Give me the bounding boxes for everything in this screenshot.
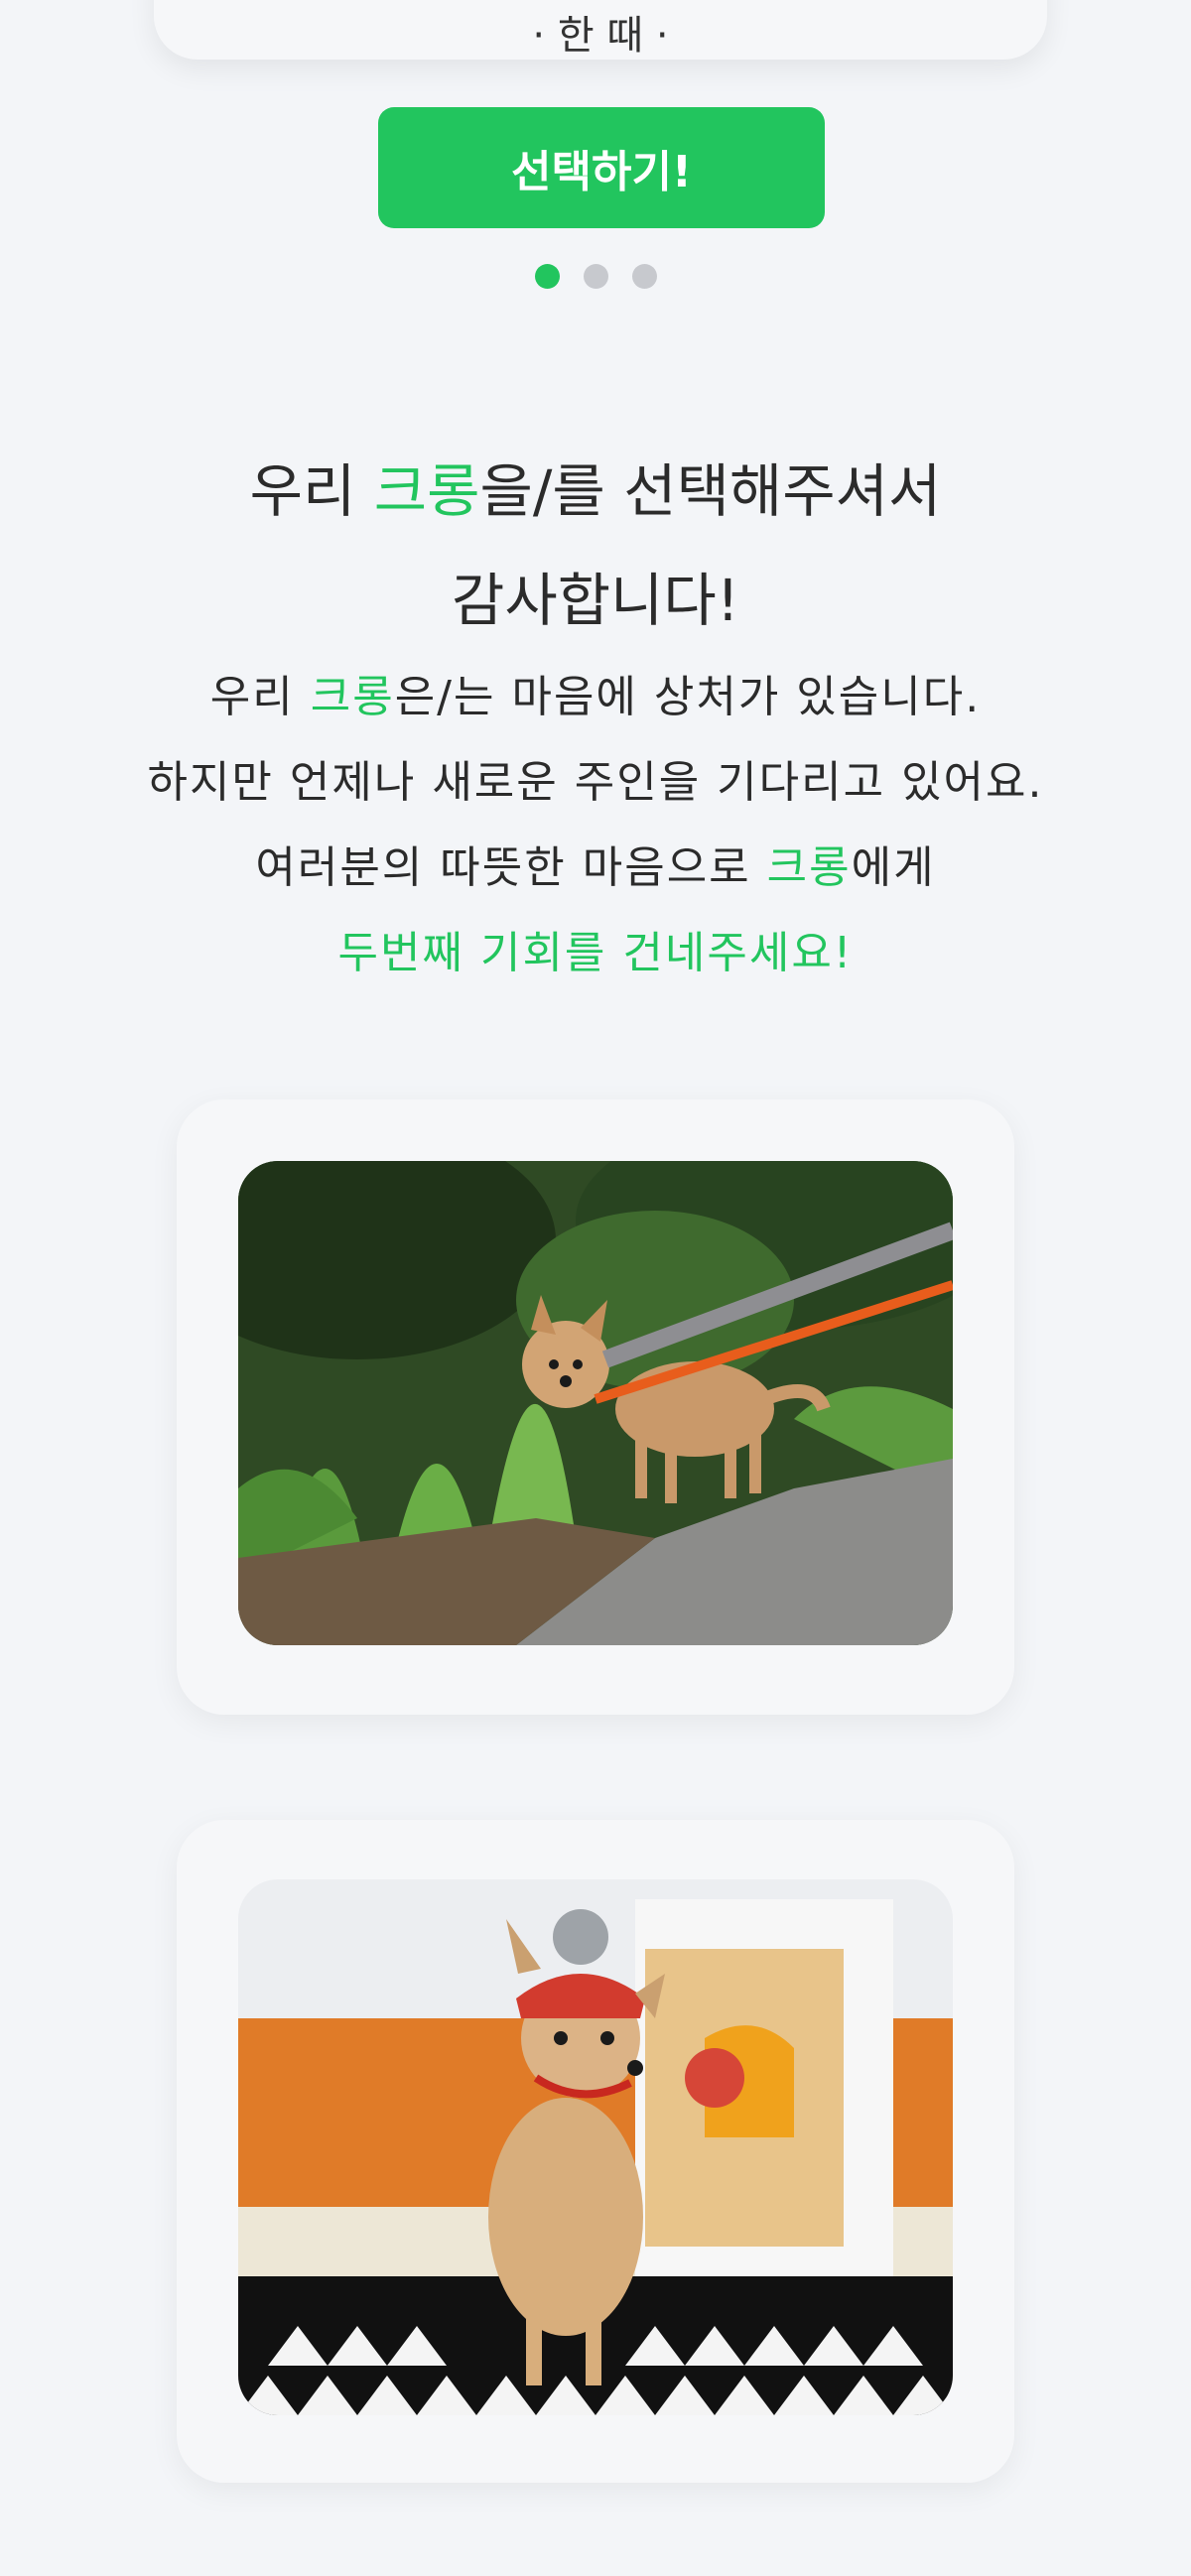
pagination-dot-2[interactable] — [583, 264, 608, 289]
heading-line-2: 감사합니다! — [451, 567, 740, 634]
previous-card-text: · 한 때 · — [532, 13, 669, 59]
select-button[interactable]: 선택하기! — [378, 107, 825, 228]
message-line-1: 우리 크롱은/는 마음에 상처가 있습니다. — [209, 672, 982, 722]
message-line-2: 하지만 언제나 새로운 주인을 기다리고 있어요. — [147, 757, 1044, 808]
photo-card-1 — [177, 1099, 1014, 1715]
pet-name: 크롱 — [310, 672, 395, 722]
dog-photo-indoors — [238, 1879, 953, 2415]
pagination-dot-3[interactable] — [631, 264, 657, 289]
dog-photo-outdoors — [238, 1161, 953, 1645]
pagination-dot-1[interactable] — [534, 264, 560, 289]
previous-card: · 한 때 · — [154, 0, 1047, 60]
message-line-4: 두번째 기회를 건네주세요! — [337, 928, 854, 978]
heading-line-1: 우리 크롱을/를 선택해주셔서 — [249, 457, 942, 525]
carousel-pagination — [0, 264, 1191, 289]
thank-you-heading: 우리 크롱을/를 선택해주셔서 감사합니다! — [0, 437, 1191, 655]
pet-name: 크롱 — [373, 457, 480, 525]
pet-name: 크롱 — [766, 842, 852, 893]
photo-card-2 — [177, 1820, 1014, 2483]
adoption-message: 우리 크롱은/는 마음에 상처가 있습니다. 하지만 언제나 새로운 주인을 기… — [0, 655, 1191, 996]
message-line-3: 여러분의 따뜻한 마음으로 크롱에게 — [255, 842, 936, 893]
